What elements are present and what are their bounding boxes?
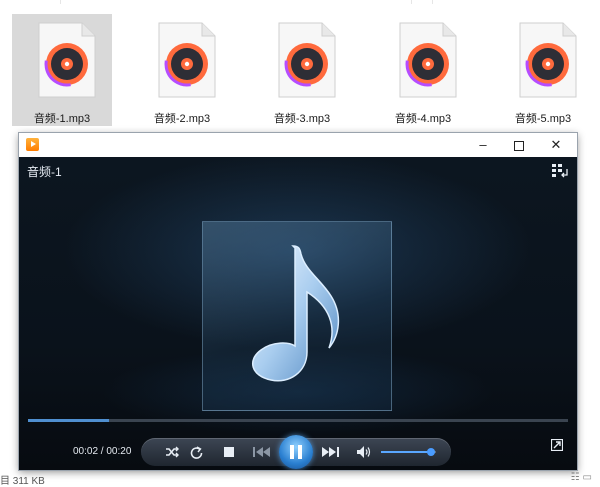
- volume-icon: [357, 446, 371, 458]
- file-item[interactable]: 音频-5.mp3: [493, 14, 593, 126]
- stop-icon: [224, 447, 234, 457]
- playlist-toggle-icon[interactable]: [552, 164, 568, 178]
- volume-slider[interactable]: [381, 448, 436, 456]
- maximize-icon: [514, 141, 524, 151]
- audio-file-icon: [158, 22, 216, 98]
- explorer-top-edge: [0, 0, 600, 8]
- file-name: 音频-2.mp3: [153, 113, 211, 125]
- pause-icon: [290, 445, 302, 459]
- previous-icon: [253, 447, 270, 457]
- repeat-icon: [190, 445, 202, 459]
- album-art: [202, 221, 392, 411]
- seek-progress: [28, 419, 109, 422]
- maximize-button[interactable]: [501, 133, 537, 157]
- next-icon: [322, 447, 339, 457]
- minimize-button[interactable]: –: [465, 133, 501, 157]
- file-item[interactable]: 音频-2.mp3: [132, 14, 232, 126]
- audio-file-icon: [278, 22, 336, 98]
- file-name: 音频-1.mp3: [33, 113, 91, 125]
- volume-handle[interactable]: [426, 448, 435, 456]
- file-item[interactable]: 音频-1.mp3: [12, 14, 112, 126]
- music-note-icon: [251, 245, 340, 382]
- seek-bar[interactable]: [28, 419, 568, 422]
- file-item[interactable]: 音频-4.mp3: [373, 14, 473, 126]
- media-player-window: – ✕ 音频-1 00:02 / 00:20: [19, 133, 577, 470]
- file-name: 音频-4.mp3: [394, 113, 452, 125]
- close-button[interactable]: ✕: [538, 133, 574, 157]
- play-pause-button[interactable]: [279, 435, 313, 469]
- switch-to-library-icon[interactable]: [551, 439, 563, 451]
- file-name: 音频-3.mp3: [273, 113, 331, 125]
- shuffle-button[interactable]: [161, 438, 183, 466]
- view-toggle-icons[interactable]: ☷ ▭: [571, 472, 592, 483]
- shuffle-icon: [166, 446, 179, 458]
- repeat-button[interactable]: [185, 438, 207, 466]
- media-title: 音频-1: [27, 165, 62, 179]
- file-item[interactable]: 音频-3.mp3: [252, 14, 352, 126]
- playback-controls: [141, 435, 451, 469]
- volume-level: [381, 451, 431, 453]
- video-area[interactable]: 音频-1 00:02 / 00:20: [19, 157, 577, 470]
- time-display: 00:02 / 00:20: [73, 446, 132, 457]
- player-titlebar[interactable]: – ✕: [19, 133, 577, 157]
- volume-button[interactable]: [353, 438, 375, 466]
- audio-file-icon: [38, 22, 96, 98]
- audio-file-icon: [399, 22, 457, 98]
- file-name: 音频-5.mp3: [514, 113, 572, 125]
- audio-file-icon: [519, 22, 577, 98]
- stop-button[interactable]: [218, 438, 240, 466]
- media-player-icon: [26, 138, 39, 151]
- explorer-status-bar: 目 311 KB ☷ ▭: [0, 471, 600, 487]
- previous-button[interactable]: [247, 438, 279, 466]
- next-button[interactable]: [313, 438, 345, 466]
